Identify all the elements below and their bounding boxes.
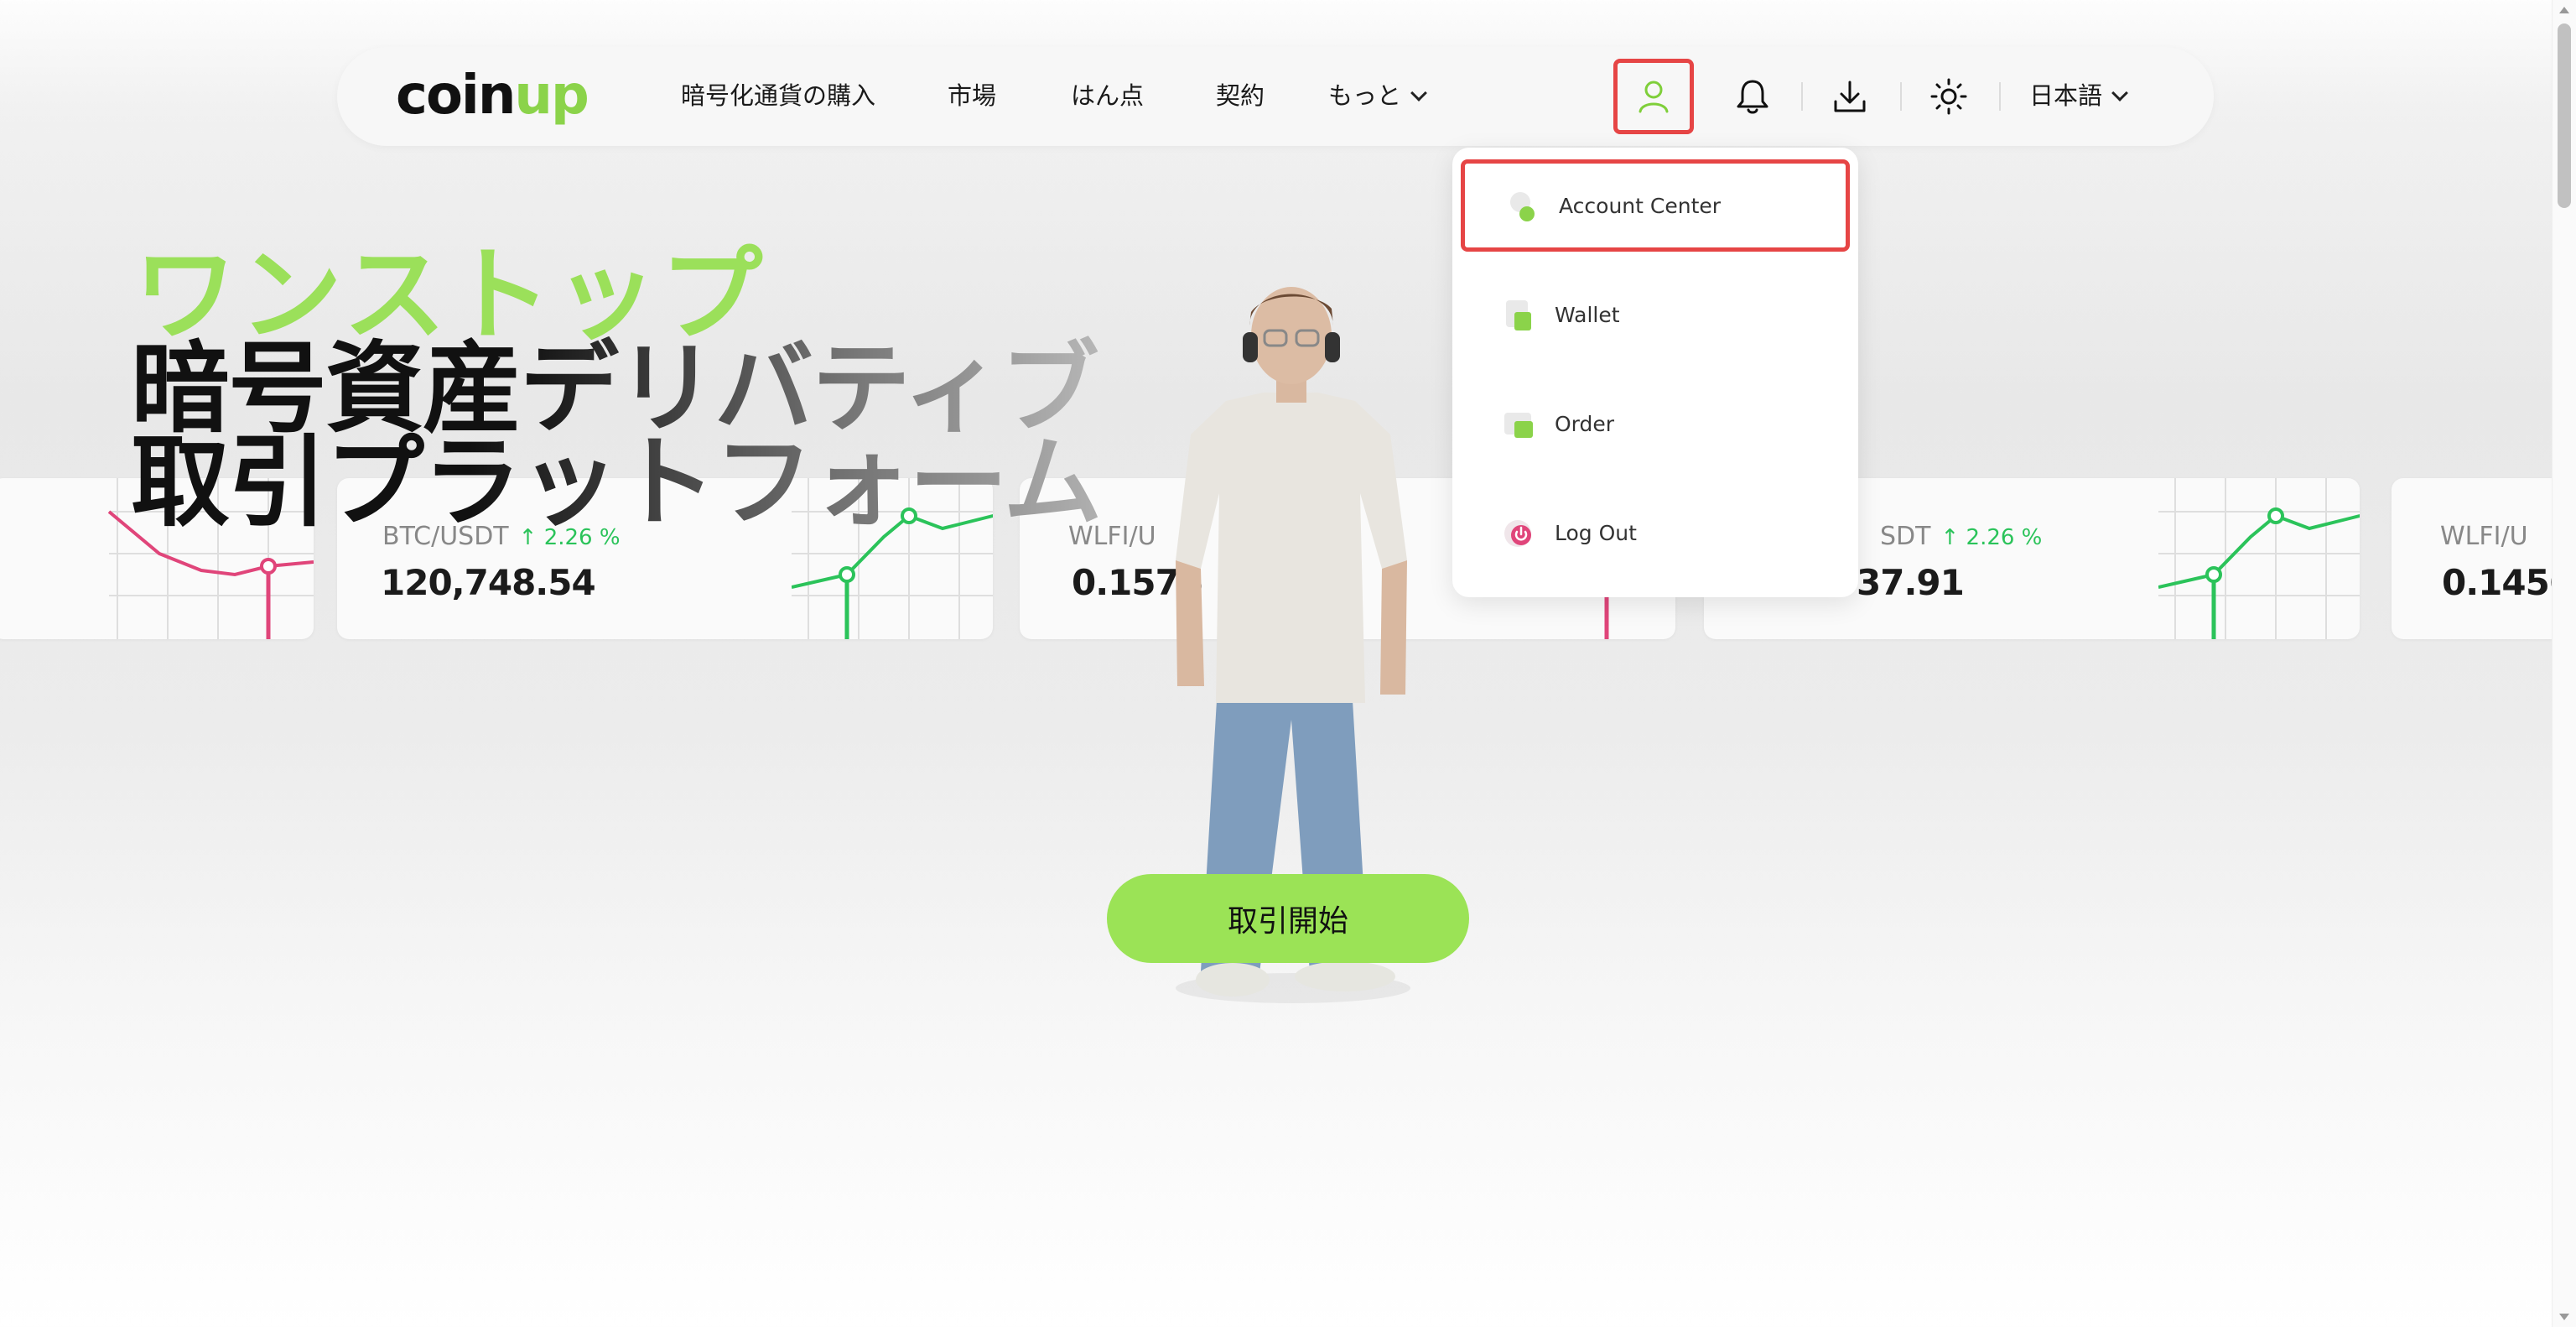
scrollbar-thumb[interactable] [2558,23,2571,208]
scroll-up-arrow-icon[interactable] [2559,7,2569,13]
sparkline-chart [2158,478,2360,639]
theme-toggle-button[interactable] [1909,59,1989,134]
coinup-logo[interactable]: coinup [396,65,589,127]
download-button[interactable] [1810,59,1890,134]
menu-item-wallet[interactable]: Wallet [1461,268,1850,361]
start-trading-button[interactable]: 取引開始 [1107,874,1469,963]
account-center-icon [1510,192,1535,221]
scroll-down-arrow-icon[interactable] [2559,1314,2569,1320]
page-scrollbar[interactable] [2552,0,2576,1327]
hero-title-line3: 取引プラットフォーム [131,424,1102,540]
user-account-button[interactable] [1613,59,1694,134]
nav-buy-crypto[interactable]: 暗号化通貨の購入 [681,79,875,112]
menu-item-label: Wallet [1555,302,1620,327]
divider [1999,82,2001,111]
logo-text-up: up [514,65,589,127]
user-icon [1639,81,1669,113]
download-icon [1834,81,1866,112]
ticker-pair: SDT ↑ 2.26 % [1880,522,2042,551]
ticker-pair: WLFI/U [2440,522,2528,551]
nav-markets[interactable]: 市場 [948,79,996,112]
nav-more-label: もっと [1328,81,1402,110]
nav-more[interactable]: もっと [1328,79,1427,112]
ticker-card-4[interactable]: WLFI/U 0.1456 [2392,478,2576,639]
wallet-icon [1506,300,1531,330]
ticker-pair-text: SDT [1880,522,1931,551]
order-icon [1504,413,1533,438]
language-label: 日本語 [2029,81,2103,110]
menu-item-label: Order [1555,411,1615,436]
ticker-change-value: 2.26 % [1966,525,2043,550]
nav-contract[interactable]: 契約 [1216,79,1265,112]
menu-item-account-center[interactable]: Account Center [1461,159,1850,252]
bell-icon [1737,80,1768,114]
ticker-price: 120,748.54 [381,562,596,603]
logo-text-coin: coin [396,65,516,127]
menu-item-log-out[interactable]: Log Out [1461,487,1850,579]
menu-item-label: Account Center [1559,193,1722,218]
menu-item-order[interactable]: Order [1461,377,1850,470]
chevron-down-icon [2111,85,2128,101]
chevron-down-icon [1410,85,1427,101]
language-selector[interactable]: 日本語 [2029,79,2128,112]
ticker-change: ↑ 2.26 % [1940,525,2043,550]
divider [1801,82,1803,111]
sun-icon [1930,78,1967,115]
divider [1900,82,1902,111]
menu-item-label: Log Out [1555,520,1637,545]
ticker-price: 37.91 [1857,562,1965,603]
nav-spot[interactable]: はん点 [1071,79,1144,112]
logout-icon [1504,520,1531,547]
notifications-button[interactable] [1712,59,1793,134]
